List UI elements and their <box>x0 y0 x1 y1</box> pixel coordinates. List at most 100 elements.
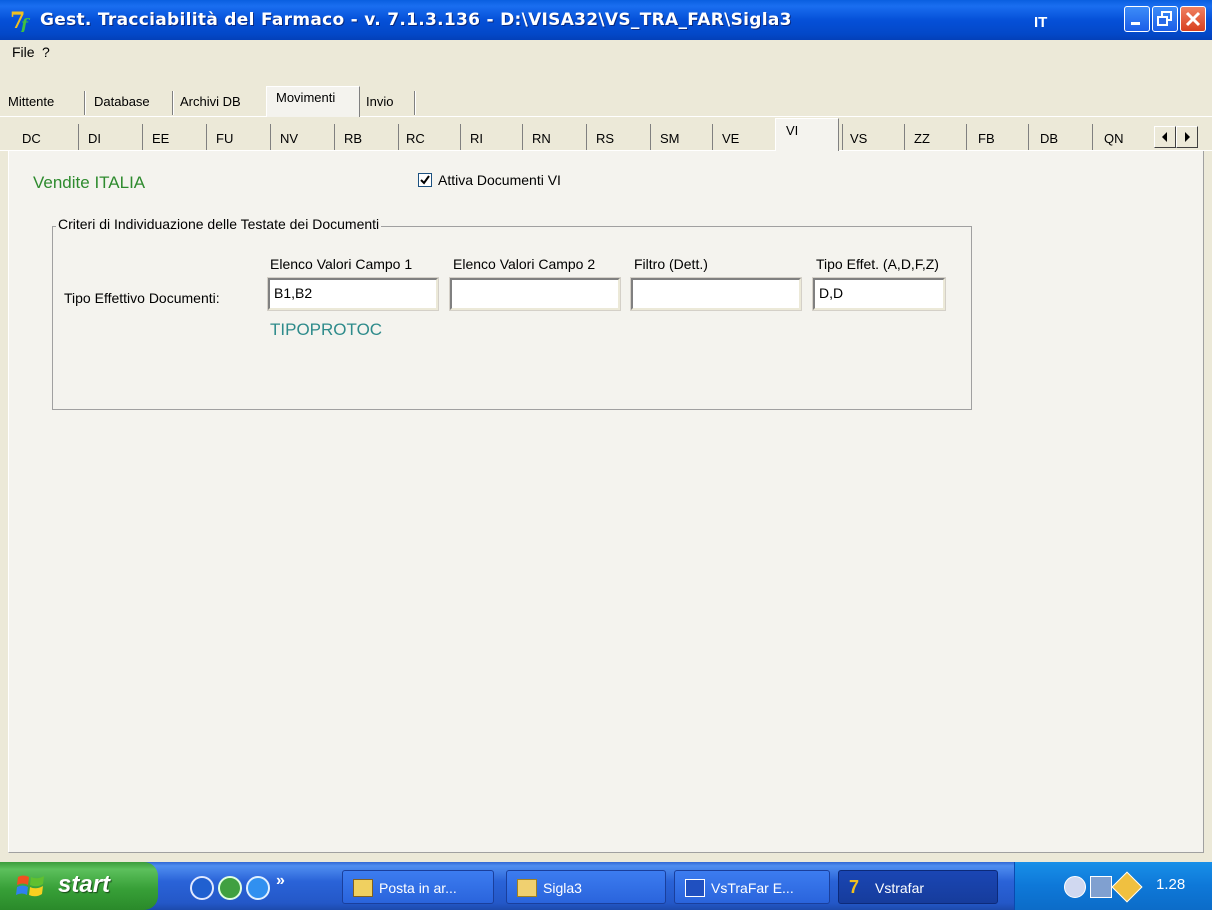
tab-separator <box>270 124 271 150</box>
ie-icon[interactable] <box>246 876 270 900</box>
maximize-icon <box>1157 11 1172 26</box>
sub-tab-fu[interactable]: FU <box>216 128 233 150</box>
tab-scroll-right-button[interactable] <box>1176 126 1198 148</box>
sub-tab-sm[interactable]: SM <box>660 128 680 150</box>
tab-archivi-db[interactable]: Archivi DB <box>176 90 245 116</box>
minimize-button[interactable] <box>1124 6 1150 32</box>
tab-movimenti[interactable]: Movimenti <box>272 86 339 112</box>
svg-text:f: f <box>20 15 31 32</box>
tab-separator <box>842 124 843 150</box>
tab-separator <box>334 124 335 150</box>
sub-tab-nv[interactable]: NV <box>280 128 298 150</box>
sub-tab-vi[interactable]: VI <box>786 120 798 142</box>
criteria-groupbox <box>52 226 972 410</box>
tab-separator <box>460 124 461 150</box>
tab-separator <box>78 124 79 150</box>
task-sigla3[interactable]: Sigla3 <box>506 870 666 904</box>
start-button[interactable]: start <box>0 862 158 910</box>
app-icon: 7 <box>849 877 860 897</box>
word-icon <box>685 879 705 897</box>
scroll-left-icon <box>1162 132 1167 142</box>
sub-tab-ve[interactable]: VE <box>722 128 739 150</box>
field-campo2[interactable] <box>449 277 621 311</box>
messenger-icon[interactable] <box>218 876 242 900</box>
menu-bar: File ? <box>0 40 1212 64</box>
row-label-tipo-effettivo: Tipo Effettivo Documenti: <box>64 290 220 306</box>
tab-scroll-arrows <box>1154 126 1200 148</box>
restore-button[interactable] <box>1152 6 1178 32</box>
check-icon <box>420 175 430 185</box>
attiva-documenti-checkbox[interactable] <box>418 173 432 187</box>
task-posta[interactable]: Posta in ar... <box>342 870 494 904</box>
tab-mittente[interactable]: Mittente <box>4 90 58 116</box>
tab-separator <box>84 91 86 115</box>
col-header-tipo-effet: Tipo Effet. (A,D,F,Z) <box>816 256 939 272</box>
tab-separator <box>966 124 967 150</box>
tab-scroll-left-button[interactable] <box>1154 126 1176 148</box>
start-label: start <box>58 871 111 898</box>
sub-tab-ee[interactable]: EE <box>152 128 169 150</box>
display-icon[interactable] <box>1090 876 1112 898</box>
sub-tab-zz[interactable]: ZZ <box>914 128 930 150</box>
tab-separator <box>522 124 523 150</box>
tab-separator <box>414 91 416 115</box>
tab-separator <box>904 124 905 150</box>
field-campo1[interactable]: B1,B2 <box>267 277 439 311</box>
network-icon[interactable] <box>1064 876 1086 898</box>
taskbar: start » Posta in ar... Sigla3 VsTraFar E… <box>0 862 1212 910</box>
tab-separator <box>650 124 651 150</box>
task-sigla3-label: Sigla3 <box>543 880 582 896</box>
col-header-campo1: Elenco Valori Campo 1 <box>270 256 413 272</box>
col-header-filtro: Filtro (Dett.) <box>634 256 708 272</box>
tab-separator <box>206 124 207 150</box>
close-button[interactable] <box>1180 6 1206 32</box>
outlook-icon[interactable] <box>190 876 214 900</box>
tab-separator <box>398 124 399 150</box>
sub-tab-ri[interactable]: RI <box>470 128 483 150</box>
language-indicator[interactable]: IT <box>1034 14 1047 31</box>
field-note: TIPOPROTOC <box>270 320 383 339</box>
scroll-right-icon <box>1185 132 1190 142</box>
tab-separator <box>586 124 587 150</box>
task-vstrafar[interactable]: 7 Vstrafar <box>838 870 998 904</box>
quicklaunch-more-icon[interactable]: » <box>276 872 285 890</box>
minimize-icon <box>1131 22 1140 25</box>
windows-flag-icon <box>16 875 44 897</box>
task-vstrafar-label: Vstrafar <box>875 880 925 896</box>
section-title: Vendite ITALIA <box>33 173 146 192</box>
tab-separator <box>172 91 174 115</box>
tab-separator <box>1028 124 1029 150</box>
sub-tab-di[interactable]: DI <box>88 128 101 150</box>
sub-tab-dc[interactable]: DC <box>22 128 41 150</box>
sub-tab-rn[interactable]: RN <box>532 128 551 150</box>
main-tab-baseline <box>0 116 1212 117</box>
clock: 1.28 <box>1156 876 1186 893</box>
col-header-campo2: Elenco Valori Campo 2 <box>453 256 596 272</box>
task-vstrafar-word-label: VsTraFar E... <box>711 880 794 896</box>
outlook-icon <box>353 879 373 897</box>
window-title: Gest. Tracciabilità del Farmaco - v. 7.1… <box>40 10 792 30</box>
sub-tab-fb[interactable]: FB <box>978 128 995 150</box>
sub-tab-vs[interactable]: VS <box>850 128 867 150</box>
tab-database[interactable]: Database <box>90 90 154 116</box>
task-posta-label: Posta in ar... <box>379 880 457 896</box>
tab-invio[interactable]: Invio <box>362 90 397 116</box>
field-tipo-effet[interactable]: D,D <box>812 277 946 311</box>
attiva-documenti-label[interactable]: Attiva Documenti VI <box>438 172 561 188</box>
field-filtro[interactable] <box>630 277 802 311</box>
sub-tab-rs[interactable]: RS <box>596 128 614 150</box>
criteria-group-title: Criteri di Individuazione delle Testate … <box>56 216 382 232</box>
menu-help[interactable]: ? <box>42 44 50 60</box>
sub-tab-rc[interactable]: RC <box>406 128 425 150</box>
tab-separator <box>142 124 143 150</box>
close-icon <box>1185 11 1201 27</box>
app-icon: 7 f <box>10 8 31 32</box>
task-vstrafar-word[interactable]: VsTraFar E... <box>674 870 830 904</box>
sub-tab-rb[interactable]: RB <box>344 128 362 150</box>
title-bar: 7 f Gest. Tracciabilità del Farmaco - v.… <box>0 0 1212 40</box>
sub-tab-db[interactable]: DB <box>1040 128 1058 150</box>
sub-tab-qn[interactable]: QN <box>1104 128 1124 150</box>
tab-separator <box>1092 124 1093 150</box>
menu-file[interactable]: File <box>12 44 35 60</box>
sub-tab-active-bg <box>775 118 839 152</box>
